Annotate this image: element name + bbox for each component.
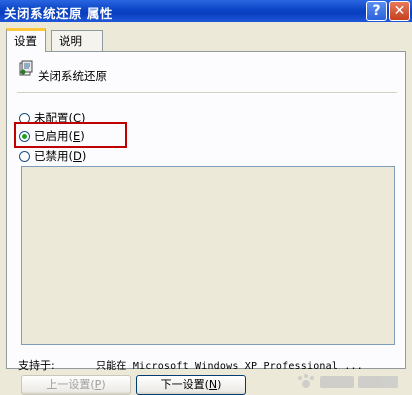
previous-setting-button[interactable]: 上一设置(P): [21, 375, 131, 395]
radio-button[interactable]: [19, 150, 30, 162]
close-icon: ✕: [393, 3, 406, 19]
watermark-logo: [298, 374, 398, 388]
next-setting-button[interactable]: 下一设置(N): [136, 375, 246, 395]
policy-name: 关闭系统还原: [38, 69, 107, 83]
policy-setting-icon: [19, 60, 33, 76]
close-button[interactable]: ✕: [389, 1, 410, 21]
supported-label: 支持于:: [18, 359, 55, 372]
settings-panel: 关闭系统还原 未配置(C) 已启用(E) 已禁用(D): [6, 51, 406, 369]
separator: [17, 92, 397, 94]
radio-button-selected[interactable]: [19, 130, 30, 142]
tab-explain[interactable]: 说明: [51, 30, 103, 51]
tab-settings[interactable]: 设置: [6, 28, 46, 52]
radio-disabled[interactable]: 已禁用(D): [19, 148, 86, 164]
help-button[interactable]: ?: [366, 1, 387, 21]
supported-on: 支持于: 只能在 Microsoft Windows XP Professiona…: [18, 357, 363, 373]
title-bar[interactable]: 关闭系统还原 属性 ? ✕: [0, 0, 412, 22]
radio-label: 已禁用: [34, 149, 69, 163]
window-title: 关闭系统还原 属性: [4, 6, 113, 21]
radio-label: 已启用: [34, 129, 69, 143]
accel-key: D: [73, 149, 82, 163]
accel-key: E: [73, 129, 81, 143]
options-area: [21, 166, 395, 345]
supported-value: 只能在 Microsoft Windows XP Professional ..…: [96, 361, 363, 372]
question-icon: ?: [372, 3, 381, 19]
radio-enabled[interactable]: 已启用(E): [19, 128, 85, 144]
